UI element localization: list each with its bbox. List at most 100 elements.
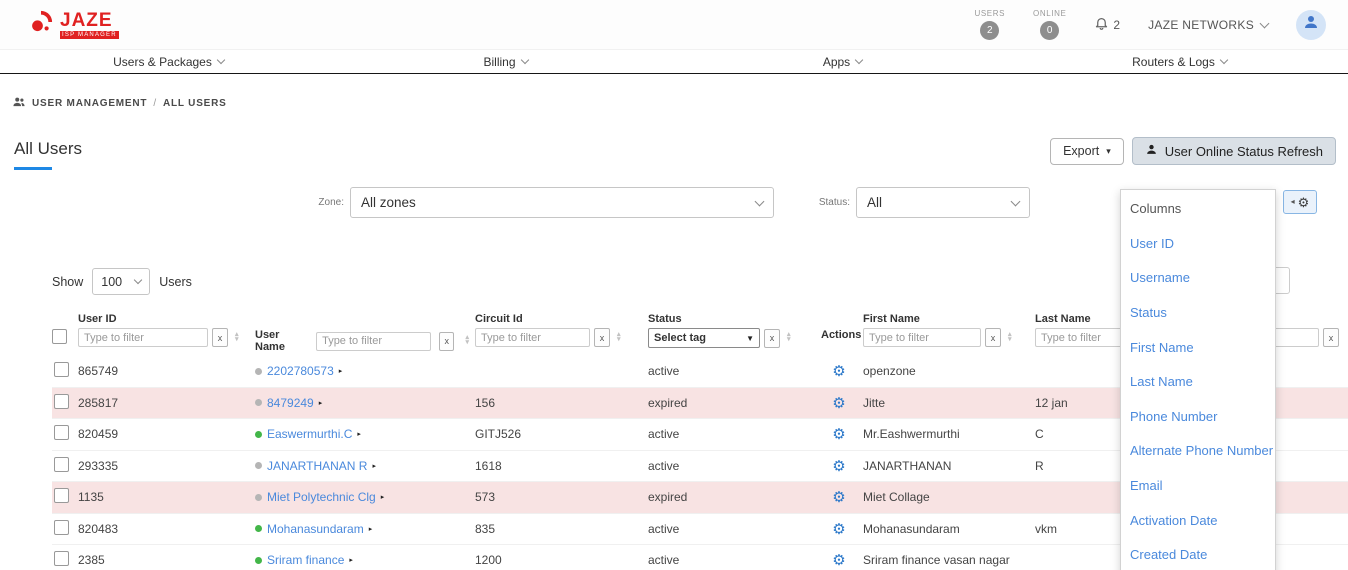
user-name-link[interactable]: Mohanasundaram: [267, 522, 364, 536]
sort-icon[interactable]: ▴▾: [617, 331, 621, 342]
cell-circuit-id: 1200: [475, 553, 502, 568]
row-checkbox-cell: [52, 488, 78, 506]
expand-caret-icon[interactable]: ▸: [357, 430, 361, 438]
cell-first-name: Sriram finance vasan nagar: [863, 553, 1010, 568]
columns-menu-item-created-date[interactable]: Created Date: [1121, 537, 1275, 570]
user-name-filter-input[interactable]: [316, 331, 432, 351]
user-id-filter-input[interactable]: [78, 328, 208, 347]
expand-caret-icon[interactable]: ▸: [369, 525, 373, 533]
sort-icon[interactable]: ▴▾: [235, 331, 239, 342]
cell-first-name: Jitte: [863, 395, 886, 410]
row-checkbox[interactable]: [54, 488, 69, 504]
user-name-link[interactable]: Easwermurthi.C: [267, 427, 352, 441]
row-checkbox[interactable]: [54, 551, 69, 567]
status-select[interactable]: All: [856, 187, 1030, 218]
clear-filter-button[interactable]: x: [212, 328, 228, 347]
columns-menu-item-first-name[interactable]: First Name: [1121, 330, 1275, 365]
row-settings-gear-icon[interactable]: ⚙: [832, 426, 845, 443]
cell-actions: ⚙: [821, 394, 863, 412]
sort-icon[interactable]: ▴▾: [465, 335, 469, 346]
cell-status: expired: [648, 395, 688, 410]
clear-filter-button[interactable]: x: [764, 328, 780, 348]
cell-circuit-id: 1618: [475, 458, 502, 473]
columns-menu-item-email[interactable]: Email: [1121, 468, 1275, 503]
avatar[interactable]: [1296, 9, 1326, 40]
cell-first-name: Mohanasundaram: [863, 521, 960, 536]
export-button[interactable]: Export ▾: [1050, 137, 1124, 165]
columns-menu-item-activation-date[interactable]: Activation Date: [1121, 503, 1275, 538]
select-all-checkbox[interactable]: [52, 329, 67, 344]
zone-select-value: All zones: [361, 195, 416, 210]
cell-user-name: JANARTHANAN R ▸: [255, 459, 475, 473]
sort-icon[interactable]: ▴▾: [1008, 331, 1012, 342]
row-checkbox[interactable]: [54, 362, 69, 378]
header-circuit-id: Circuit Id x ▴▾: [475, 313, 648, 356]
clear-filter-button[interactable]: x: [985, 328, 1001, 347]
first-name-filter-input[interactable]: [863, 328, 981, 347]
columns-menu-item-user-id[interactable]: User ID: [1121, 226, 1275, 261]
user-online-status-refresh-button[interactable]: User Online Status Refresh: [1131, 137, 1336, 165]
user-name-link[interactable]: Sriram finance: [267, 553, 344, 567]
row-settings-gear-icon[interactable]: ⚙: [832, 363, 845, 380]
nav-label: Apps: [822, 54, 851, 69]
columns-menu-item-alternate-phone-number[interactable]: Alternate Phone Number: [1121, 434, 1275, 469]
user-name-link[interactable]: 8479249: [267, 396, 314, 410]
status-tag-select[interactable]: Select tag ▼: [648, 328, 760, 348]
zone-select[interactable]: All zones: [350, 187, 774, 218]
page-size-select[interactable]: 100: [92, 268, 151, 295]
user-name-link[interactable]: JANARTHANAN R: [267, 459, 367, 473]
user-name-link[interactable]: Miet Polytechnic Clg: [267, 490, 376, 504]
row-checkbox[interactable]: [54, 456, 69, 472]
header-user-name: User Name x ▴▾: [255, 326, 475, 356]
row-settings-gear-icon[interactable]: ⚙: [832, 521, 845, 538]
columns-settings-button[interactable]: ◂ ⚙: [1283, 190, 1317, 214]
columns-menu-item-last-name[interactable]: Last Name: [1121, 364, 1275, 399]
notifications-button[interactable]: 2: [1094, 15, 1120, 34]
breadcrumb: USER MANAGEMENT / ALL USERS: [12, 96, 227, 111]
breadcrumb-section[interactable]: USER MANAGEMENT: [32, 98, 147, 109]
cell-user-name: 8479249 ▸: [255, 396, 475, 410]
column-label: User Name: [255, 329, 285, 353]
caret-down-icon: ▾: [1106, 145, 1111, 156]
circuit-id-filter-input[interactable]: [475, 328, 590, 347]
nav-item-routers-logs[interactable]: Routers & Logs: [1011, 50, 1348, 73]
clear-filter-button[interactable]: x: [439, 331, 455, 351]
expand-caret-icon[interactable]: ▸: [349, 556, 353, 564]
expand-caret-icon[interactable]: ▸: [319, 399, 323, 407]
row-settings-gear-icon[interactable]: ⚙: [832, 552, 845, 569]
caret-down-icon: ▼: [746, 333, 754, 343]
nav-item-apps[interactable]: Apps: [674, 50, 1011, 73]
expand-caret-icon[interactable]: ▸: [339, 367, 343, 375]
cell-user-id: 820459: [78, 427, 119, 442]
row-settings-gear-icon[interactable]: ⚙: [832, 489, 845, 506]
row-settings-gear-icon[interactable]: ⚙: [832, 395, 845, 412]
row-checkbox[interactable]: [54, 393, 69, 409]
clear-filter-button[interactable]: x: [594, 328, 610, 347]
columns-menu-item-username[interactable]: Username: [1121, 261, 1275, 296]
user-avatar-icon: [1302, 13, 1320, 36]
cell-user-id: 285817: [78, 395, 119, 410]
cell-first-name: Mr.Eashwermurthi: [863, 427, 960, 442]
logo[interactable]: JAZE ISP MANAGER: [26, 8, 119, 41]
column-label: Circuit Id: [475, 313, 523, 325]
sort-icon[interactable]: ▴▾: [787, 332, 791, 343]
columns-menu-item-status[interactable]: Status: [1121, 295, 1275, 330]
account-menu[interactable]: JAZE NETWORKS: [1148, 18, 1270, 32]
chevron-down-icon: [520, 55, 529, 65]
row-checkbox[interactable]: [54, 519, 69, 535]
collapse-left-icon: ◂: [1290, 197, 1295, 206]
row-checkbox[interactable]: [54, 425, 69, 441]
row-settings-gear-icon[interactable]: ⚙: [832, 458, 845, 475]
user-name-link[interactable]: 2202780573: [267, 364, 334, 378]
clear-filter-button[interactable]: x: [1323, 328, 1339, 347]
header-user-id: User ID x ▴▾: [78, 313, 255, 356]
nav-item-billing[interactable]: Billing: [337, 50, 674, 73]
columns-menu-item-phone-number[interactable]: Phone Number: [1121, 399, 1275, 434]
breadcrumb-separator: /: [153, 98, 157, 109]
expand-caret-icon[interactable]: ▸: [381, 493, 385, 501]
nav-item-users-packages[interactable]: Users & Packages: [0, 50, 337, 73]
chevron-down-icon: [1010, 196, 1021, 206]
chevron-down-icon: [1259, 18, 1270, 28]
cell-user-name: Mohanasundaram ▸: [255, 522, 475, 536]
expand-caret-icon[interactable]: ▸: [372, 462, 376, 470]
